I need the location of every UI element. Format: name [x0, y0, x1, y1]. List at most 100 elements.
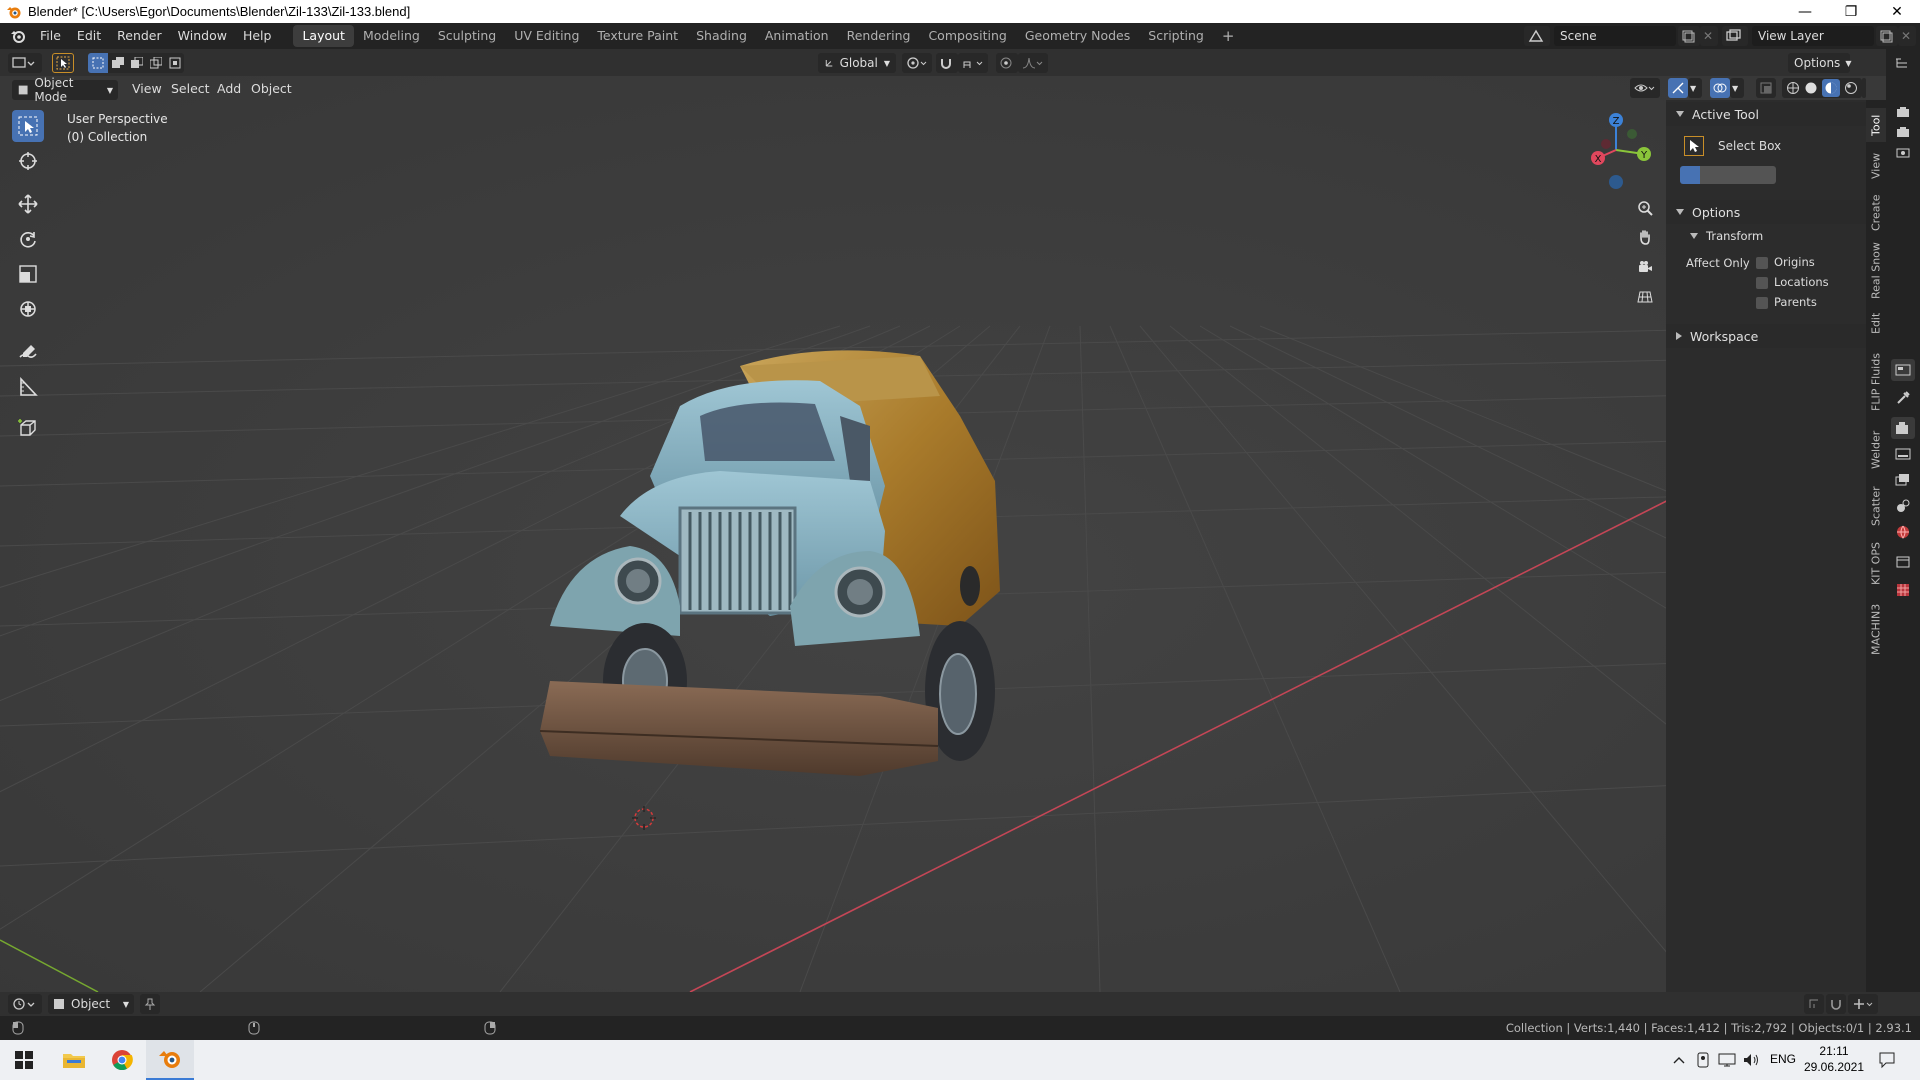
scene-properties-icon[interactable] — [1891, 495, 1915, 517]
pin-icon[interactable] — [140, 994, 160, 1014]
mode-difference-icon[interactable] — [1738, 166, 1757, 184]
tab-scripting[interactable]: Scripting — [1139, 25, 1213, 47]
editor-type-icon[interactable] — [8, 53, 42, 73]
overlays-toggle-icon[interactable] — [1710, 78, 1730, 98]
new-scene-icon[interactable] — [1678, 26, 1700, 46]
select-box-tool[interactable] — [12, 110, 44, 142]
tab-machin3[interactable]: MACHIN3 — [1866, 596, 1886, 662]
measure-tool[interactable] — [12, 371, 44, 403]
cursor-tool[interactable] — [12, 145, 44, 177]
active-tool-icon[interactable] — [52, 53, 74, 73]
render-properties-icon[interactable] — [1891, 417, 1915, 439]
tab-real-snow[interactable]: Real Snow — [1866, 240, 1886, 302]
rendered-shading-icon[interactable] — [1844, 81, 1858, 95]
new-view-layer-icon[interactable] — [1876, 26, 1898, 46]
gizmo-dropdown-icon[interactable]: ▼ — [1688, 78, 1702, 98]
wrench-tool-icon[interactable] — [1891, 387, 1915, 409]
tab-layout[interactable]: Layout — [293, 25, 354, 47]
tab-welder[interactable]: Welder — [1866, 424, 1886, 476]
blender-menu-icon[interactable] — [10, 28, 26, 44]
tray-chevron-up-icon[interactable] — [1672, 1054, 1686, 1066]
annotate-tool[interactable] — [12, 336, 44, 368]
rotate-tool[interactable] — [12, 223, 44, 255]
parents-checkbox[interactable]: Parents — [1756, 295, 1817, 309]
keying-options-icon[interactable] — [1848, 994, 1878, 1014]
menu-edit[interactable]: Edit — [69, 25, 109, 47]
tab-animation[interactable]: Animation — [756, 25, 838, 47]
keyframe-up-icon[interactable] — [1804, 994, 1824, 1014]
proportional-editing-icon[interactable] — [996, 53, 1018, 73]
tab-view[interactable]: View — [1866, 146, 1886, 186]
transform-tool[interactable] — [12, 293, 44, 325]
clock[interactable]: 21:11 29.06.2021 — [1800, 1043, 1868, 1075]
workspace-panel-header[interactable]: Workspace — [1666, 324, 1866, 348]
render-restrict-icon-2[interactable] — [1891, 121, 1915, 143]
overlays-dropdown-icon[interactable]: ▼ — [1730, 78, 1744, 98]
move-tool[interactable] — [12, 188, 44, 220]
select-difference-icon[interactable] — [146, 53, 165, 73]
add-workspace-button[interactable]: + — [1213, 25, 1244, 47]
texture-properties-icon[interactable] — [1891, 579, 1915, 601]
render-restrict-icon[interactable] — [1891, 101, 1915, 123]
timeline-mode-dropdown[interactable]: Object ▼ — [48, 994, 134, 1014]
timeline-editor-type-icon[interactable] — [8, 994, 42, 1014]
chrome-app[interactable] — [98, 1040, 146, 1080]
tab-kit-ops[interactable]: KIT OPS — [1866, 536, 1886, 592]
select-extend-icon[interactable] — [108, 53, 127, 73]
tab-geometry-nodes[interactable]: Geometry Nodes — [1016, 25, 1139, 47]
tab-sculpting[interactable]: Sculpting — [429, 25, 505, 47]
tool-properties-icon[interactable] — [1891, 359, 1915, 381]
volume-icon[interactable] — [1742, 1052, 1760, 1068]
navigation-gizmo[interactable]: Z Y X — [1574, 106, 1674, 206]
material-preview-shading-icon[interactable] — [1822, 79, 1840, 97]
camera-view-icon[interactable] — [1632, 252, 1658, 282]
ortho-grid-icon[interactable] — [1632, 282, 1658, 312]
collection-properties-icon[interactable] — [1891, 551, 1915, 573]
start-button[interactable] — [0, 1040, 48, 1080]
remove-scene-icon[interactable]: ✕ — [1700, 26, 1718, 46]
3d-viewport[interactable]: Object Mode ▼ View Select Add Object ▼ ▼ … — [0, 76, 1866, 992]
options-panel-header[interactable]: Options — [1666, 200, 1866, 224]
tab-rendering[interactable]: Rendering — [838, 25, 920, 47]
viewport-menu-object[interactable]: Object — [243, 78, 300, 100]
snap-target-icon[interactable] — [958, 53, 988, 73]
file-explorer-app[interactable] — [50, 1040, 98, 1080]
tab-create[interactable]: Create — [1866, 190, 1886, 236]
mode-subtract-icon[interactable] — [1719, 166, 1738, 184]
outliner-editor-icon[interactable] — [1891, 53, 1915, 75]
locations-checkbox[interactable]: Locations — [1756, 275, 1829, 289]
tab-edit[interactable]: Edit — [1866, 306, 1886, 340]
active-tool-panel-header[interactable]: Active Tool — [1666, 102, 1866, 126]
tab-tool[interactable]: Tool — [1866, 108, 1886, 142]
truck-model[interactable] — [540, 336, 1160, 876]
scale-tool[interactable] — [12, 258, 44, 290]
tab-shading[interactable]: Shading — [687, 25, 756, 47]
solid-shading-icon[interactable] — [1804, 81, 1818, 95]
render-restrict-icon-3[interactable] — [1891, 141, 1915, 163]
menu-render[interactable]: Render — [109, 25, 170, 47]
proportional-falloff-icon[interactable] — [1018, 53, 1048, 73]
visibility-icon[interactable] — [1630, 78, 1660, 98]
select-intersect-icon[interactable] — [165, 53, 184, 73]
mode-intersect-icon[interactable] — [1757, 166, 1776, 184]
tab-texture-paint[interactable]: Texture Paint — [588, 25, 687, 47]
transform-subpanel-header[interactable]: Transform — [1666, 224, 1866, 248]
menu-window[interactable]: Window — [170, 25, 235, 47]
transform-orientation-dropdown[interactable]: Global ▼ — [818, 53, 896, 73]
scene-selector-icon[interactable] — [1524, 26, 1550, 46]
blender-app[interactable] — [146, 1040, 194, 1080]
gizmo-toggle-icon[interactable] — [1668, 78, 1688, 98]
zoom-icon[interactable] — [1632, 194, 1658, 222]
select-subtract-icon[interactable] — [127, 53, 146, 73]
tab-flip-fluids[interactable]: FLIP Fluids — [1866, 344, 1886, 420]
world-properties-icon[interactable] — [1891, 521, 1915, 543]
wireframe-shading-icon[interactable] — [1786, 81, 1800, 95]
notifications-icon[interactable] — [1878, 1051, 1896, 1069]
output-properties-icon[interactable] — [1891, 443, 1915, 465]
select-new-icon[interactable] — [88, 53, 108, 73]
mode-extend-icon[interactable] — [1700, 166, 1719, 184]
scene-name-field[interactable]: Scene — [1554, 26, 1676, 46]
menu-file[interactable]: File — [32, 25, 69, 47]
auto-keying-icon[interactable] — [1826, 994, 1846, 1014]
tab-compositing[interactable]: Compositing — [919, 25, 1015, 47]
